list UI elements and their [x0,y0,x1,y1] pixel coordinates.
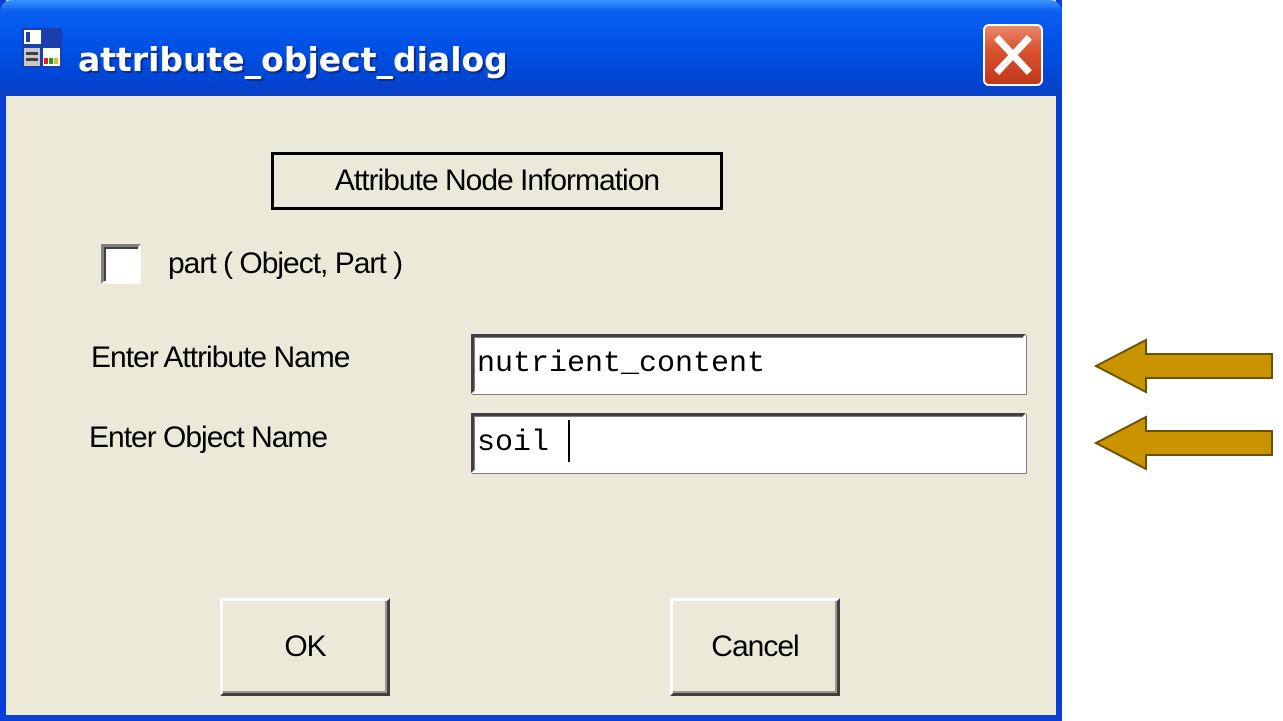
group-box-attribute-node-information: Attribute Node Information [271,152,723,210]
object-name-label: Enter Object Name [89,421,328,454]
app-icon [22,28,62,68]
part-checkbox[interactable] [101,244,141,284]
ok-button[interactable]: OK [220,598,390,696]
close-button[interactable] [983,24,1043,86]
cancel-button[interactable]: Cancel [670,598,840,696]
arrow-left-icon [1094,338,1273,394]
close-icon [994,35,1032,75]
attribute-name-label: Enter Attribute Name [91,341,350,374]
arrow-left-icon [1094,415,1273,471]
object-name-input[interactable] [471,413,1026,473]
text-caret [568,420,570,462]
attribute-name-input[interactable] [471,334,1026,394]
part-checkbox-label: part ( Object, Part ) [168,247,403,280]
window-title: attribute_object_dialog [78,40,508,79]
dialog-window: attribute_object_dialog Attribute Node I… [0,0,1062,721]
title-bar[interactable]: attribute_object_dialog [0,0,1062,96]
